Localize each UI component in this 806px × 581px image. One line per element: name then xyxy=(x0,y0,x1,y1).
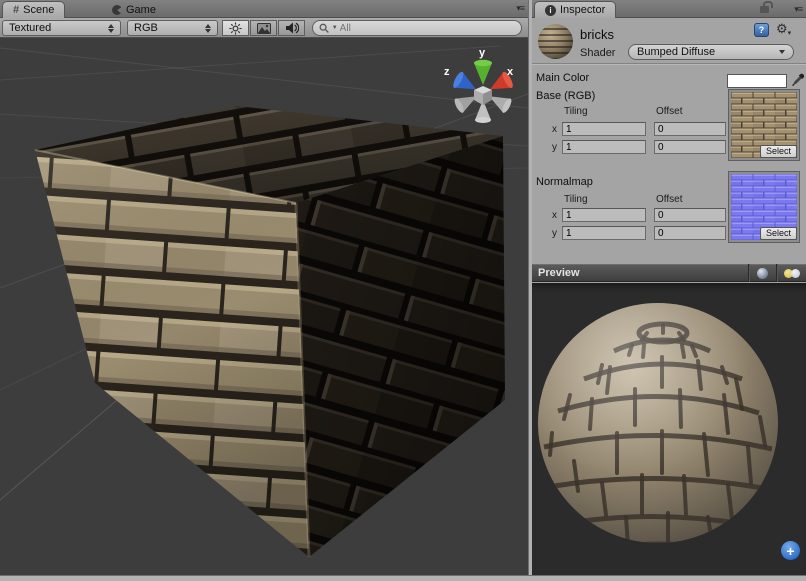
normal-tiling-y-field[interactable] xyxy=(562,226,646,240)
scene-search[interactable]: ▼ xyxy=(312,20,522,36)
search-icon xyxy=(319,23,330,34)
eyedropper-icon[interactable] xyxy=(791,71,805,87)
scene-toolbar: Textured RGB xyxy=(0,18,528,38)
gizmo-axis-y[interactable] xyxy=(474,60,492,85)
scene-viewport[interactable]: y x z xyxy=(0,38,528,575)
gizmo-label-z: z xyxy=(444,66,450,78)
base-offset-x-field[interactable] xyxy=(654,122,726,136)
material-name: bricks xyxy=(580,27,614,42)
scene-audio-toggle[interactable] xyxy=(278,20,305,36)
color-mode-value: RGB xyxy=(134,22,158,34)
normal-y-label: y xyxy=(552,228,557,239)
add-button[interactable]: + xyxy=(781,541,800,560)
base-offset-label: Offset xyxy=(656,106,683,117)
base-tiling-label: Tiling xyxy=(564,106,588,117)
gear-icon[interactable]: ⚙ xyxy=(776,21,791,37)
main-color-swatch[interactable] xyxy=(727,74,787,88)
sphere-icon xyxy=(757,268,768,279)
unity-editor-window: # Scene Game ▾≡ Textured RGB xyxy=(0,0,806,581)
game-pacman-icon xyxy=(112,5,122,15)
shader-label: Shader xyxy=(580,47,615,59)
tab-inspector-label: Inspector xyxy=(560,4,605,16)
window-bottom-edge xyxy=(0,575,806,581)
scene-tabbar: # Scene Game ▾≡ xyxy=(0,0,528,18)
base-texture-thumbnail[interactable]: Select xyxy=(729,90,799,160)
inspector-panel: i Inspector ▾≡ bricks Shader Bumped Diff… xyxy=(532,0,806,575)
normal-offset-label: Offset xyxy=(656,194,683,205)
preview-title: Preview xyxy=(538,267,580,279)
render-mode-value: Textured xyxy=(9,22,51,34)
search-filter-arrow-icon[interactable]: ▼ xyxy=(332,25,338,31)
preview-sphere[interactable] xyxy=(532,283,806,575)
sun-icon xyxy=(229,22,242,35)
base-tiling-x-field[interactable] xyxy=(562,122,646,136)
brick-cube[interactable] xyxy=(35,106,505,557)
main-color-label: Main Color xyxy=(536,72,589,84)
material-preview-icon xyxy=(538,24,573,59)
image-icon xyxy=(257,23,271,34)
tab-scene-label: Scene xyxy=(23,4,54,16)
base-x-label: x xyxy=(552,124,557,135)
shader-dropdown[interactable]: Bumped Diffuse xyxy=(628,44,794,60)
scene-lighting-toggle[interactable] xyxy=(222,20,249,36)
normalmap-texture-thumbnail[interactable]: Select xyxy=(729,172,799,242)
chevron-down-icon xyxy=(779,50,785,54)
render-mode-dropdown[interactable]: Textured xyxy=(2,20,121,36)
normal-offset-y-field[interactable] xyxy=(654,226,726,240)
two-lights-icon xyxy=(783,268,801,279)
base-map-label: Base (RGB) xyxy=(536,90,595,102)
normalmap-label: Normalmap xyxy=(536,176,593,188)
scene-skybox-toggle[interactable] xyxy=(250,20,277,36)
material-header: bricks Shader Bumped Diffuse ? ⚙ xyxy=(532,18,806,64)
tab-inspector[interactable]: i Inspector xyxy=(534,1,616,18)
speaker-icon xyxy=(285,22,299,34)
inspector-tabbar: i Inspector ▾≡ xyxy=(532,0,806,18)
tab-game-label: Game xyxy=(126,4,156,16)
base-y-label: y xyxy=(552,142,557,153)
shader-value: Bumped Diffuse xyxy=(637,46,715,58)
scene-panel: # Scene Game ▾≡ Textured RGB xyxy=(0,0,528,575)
updown-arrows-icon xyxy=(205,24,211,33)
tab-scene[interactable]: # Scene xyxy=(2,1,65,18)
base-tiling-y-field[interactable] xyxy=(562,140,646,154)
preview-lighting-button[interactable] xyxy=(776,264,806,282)
normal-tiling-label: Tiling xyxy=(564,194,588,205)
gizmo-label-x: x xyxy=(507,66,514,78)
scene-orientation-gizmo[interactable]: y x z xyxy=(444,47,515,123)
preview-header[interactable]: Preview xyxy=(532,264,806,282)
normal-offset-x-field[interactable] xyxy=(654,208,726,222)
normal-tiling-x-field[interactable] xyxy=(562,208,646,222)
preview-sphere-button[interactable] xyxy=(748,264,776,282)
gizmo-label-y: y xyxy=(479,47,486,59)
lock-icon[interactable] xyxy=(760,6,769,13)
scene-canvas[interactable]: y x z xyxy=(0,38,528,575)
updown-arrows-icon xyxy=(108,24,114,33)
scene-grid-icon: # xyxy=(13,4,19,16)
inspector-menu-icon[interactable]: ▾≡ xyxy=(794,5,802,14)
normalmap-select-button[interactable]: Select xyxy=(760,227,797,240)
tab-game[interactable]: Game xyxy=(102,1,166,18)
help-icon[interactable]: ? xyxy=(754,23,769,37)
preview-area[interactable]: + xyxy=(532,283,806,575)
normal-x-label: x xyxy=(552,210,557,221)
base-select-button[interactable]: Select xyxy=(760,145,797,158)
search-input[interactable] xyxy=(340,23,515,34)
color-mode-dropdown[interactable]: RGB xyxy=(127,20,218,36)
info-icon: i xyxy=(545,5,556,16)
scene-panel-menu-icon[interactable]: ▾≡ xyxy=(516,4,524,13)
base-offset-y-field[interactable] xyxy=(654,140,726,154)
